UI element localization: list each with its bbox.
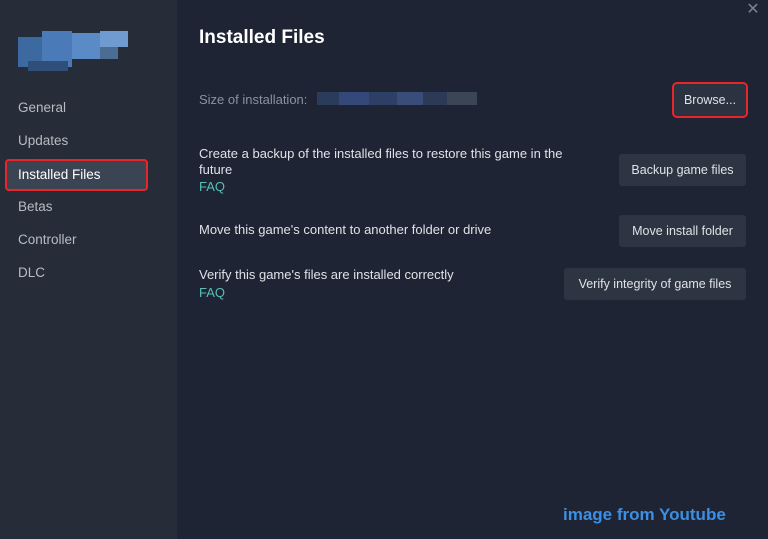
size-of-installation-label: Size of installation: bbox=[199, 92, 308, 107]
backup-game-files-button[interactable]: Backup game files bbox=[619, 154, 746, 186]
browse-button[interactable]: Browse... bbox=[672, 82, 748, 118]
main-panel: ✕ Installed Files Size of installation: … bbox=[177, 0, 768, 539]
verify-description: Verify this game's files are installed c… bbox=[199, 267, 454, 282]
sidebar-item-controller[interactable]: Controller bbox=[7, 226, 146, 254]
size-value-blurred bbox=[317, 92, 477, 105]
backup-faq-link[interactable]: FAQ bbox=[199, 179, 225, 194]
sidebar-item-installed-files[interactable]: Installed Files bbox=[5, 159, 148, 191]
close-icon[interactable]: ✕ bbox=[746, 2, 760, 18]
move-description: Move this game's content to another fold… bbox=[199, 222, 492, 237]
backup-description: Create a backup of the installed files t… bbox=[199, 146, 563, 177]
sidebar-item-updates[interactable]: Updates bbox=[7, 127, 146, 155]
watermark: image from Youtube bbox=[563, 505, 726, 524]
sidebar-item-betas[interactable]: Betas bbox=[7, 193, 146, 221]
verify-integrity-button[interactable]: Verify integrity of game files bbox=[564, 268, 746, 300]
move-install-folder-button[interactable]: Move install folder bbox=[619, 215, 746, 247]
verify-faq-link[interactable]: FAQ bbox=[199, 285, 225, 300]
sidebar-item-general[interactable]: General bbox=[7, 94, 146, 122]
sidebar: General Updates Installed Files Betas Co… bbox=[0, 0, 177, 539]
game-logo-blurred bbox=[18, 31, 128, 73]
page-title: Installed Files bbox=[199, 27, 325, 48]
sidebar-item-dlc[interactable]: DLC bbox=[7, 259, 146, 287]
